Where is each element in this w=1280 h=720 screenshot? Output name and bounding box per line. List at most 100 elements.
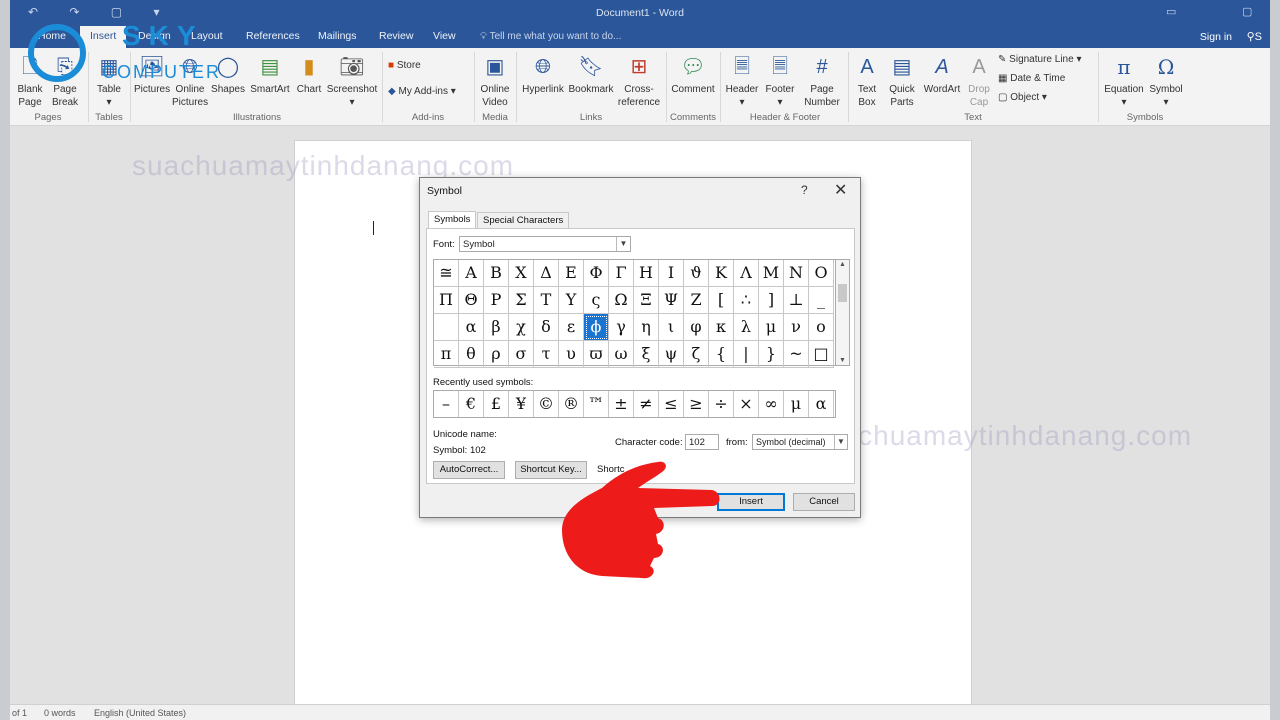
symbol-cell[interactable]: γ: [609, 314, 634, 341]
symbol-cell[interactable]: Μ: [759, 260, 784, 287]
tab-special-characters[interactable]: Special Characters: [477, 212, 570, 228]
symbol-cell[interactable]: ε: [559, 314, 584, 341]
symbol-cell[interactable]: ]: [759, 287, 784, 314]
autocorrect-button[interactable]: AutoCorrect...: [433, 461, 505, 479]
symbol-cell[interactable]: σ: [509, 341, 534, 368]
chart-button[interactable]: ▮ Chart: [294, 54, 324, 96]
symbol-button[interactable]: Ω Symbol ▾: [1146, 54, 1186, 109]
symbol-cell[interactable]: Ζ: [684, 287, 709, 314]
symbol-cell[interactable]: Δ: [534, 260, 559, 287]
symbol-cell[interactable]: τ: [534, 341, 559, 368]
share-button[interactable]: ⚲S: [1247, 30, 1262, 43]
tell-me-box[interactable]: 💡︎ Tell me what you want to do...: [480, 31, 621, 42]
word-count[interactable]: 0 words: [44, 708, 76, 718]
recent-symbol-cell[interactable]: ≥: [684, 391, 709, 417]
object-button[interactable]: ▢ Object ▾: [998, 92, 1047, 103]
tab-review[interactable]: Review: [379, 30, 413, 42]
scroll-thumb[interactable]: [838, 284, 847, 302]
symbol-cell[interactable]: ο: [809, 314, 834, 341]
symbol-cell[interactable]: Ξ: [634, 287, 659, 314]
symbol-cell[interactable]: δ: [534, 314, 559, 341]
symbol-cell[interactable]: Ω: [609, 287, 634, 314]
footer-button[interactable]: 🗏 Footer ▾: [762, 54, 798, 109]
screenshot-button[interactable]: 📷︎ Screenshot ▾: [326, 54, 378, 109]
symbol-cell[interactable]: ϖ: [584, 341, 609, 368]
recent-symbol-cell[interactable]: α: [809, 391, 834, 417]
symbol-cell[interactable]: }: [759, 341, 784, 368]
recent-symbol-cell[interactable]: ×: [734, 391, 759, 417]
symbol-grid-scrollbar[interactable]: ▲ ▼: [836, 259, 850, 366]
symbol-cell[interactable]: Φ: [584, 260, 609, 287]
hyperlink-button[interactable]: 🌐︎ Hyperlink: [520, 54, 566, 96]
page-number-button[interactable]: # Page Number: [800, 54, 844, 109]
symbol-cell[interactable]: ν: [784, 314, 809, 341]
drop-cap-button[interactable]: A Drop Cap: [964, 54, 994, 109]
symbol-cell[interactable]: _: [809, 287, 834, 314]
symbol-cell[interactable]: □: [809, 341, 834, 368]
scroll-down-icon[interactable]: ▼: [836, 357, 849, 364]
symbol-cell[interactable]: Η: [634, 260, 659, 287]
wordart-button[interactable]: A WordArt: [922, 54, 962, 96]
recent-symbol-cell[interactable]: –: [434, 391, 459, 417]
symbol-cell[interactable]: Θ: [459, 287, 484, 314]
tab-view[interactable]: View: [433, 30, 456, 42]
symbol-cell[interactable]: λ: [734, 314, 759, 341]
symbol-cell[interactable]: Ρ: [484, 287, 509, 314]
symbol-cell[interactable]: φ: [684, 314, 709, 341]
recent-symbol-cell[interactable]: ¥: [509, 391, 534, 417]
symbol-cell[interactable]: [434, 314, 459, 341]
tab-symbols[interactable]: Symbols: [428, 211, 477, 229]
symbol-cell[interactable]: Β: [484, 260, 509, 287]
quick-parts-button[interactable]: ▤ Quick Parts: [884, 54, 920, 109]
bookmark-button[interactable]: 🔖︎ Bookmark: [568, 54, 614, 96]
symbol-cell[interactable]: Ψ: [659, 287, 684, 314]
symbol-cell[interactable]: Ε: [559, 260, 584, 287]
symbol-cell[interactable]: {: [709, 341, 734, 368]
symbol-cell[interactable]: η: [634, 314, 659, 341]
recent-symbol-cell[interactable]: μ: [784, 391, 809, 417]
header-button[interactable]: 🗏 Header ▾: [724, 54, 760, 109]
recent-symbol-cell[interactable]: ≤: [659, 391, 684, 417]
symbol-cell[interactable]: α: [459, 314, 484, 341]
symbol-cell[interactable]: Π: [434, 287, 459, 314]
online-video-button[interactable]: ▣ Online Video: [478, 54, 512, 109]
language[interactable]: English (United States): [94, 708, 186, 718]
symbol-cell[interactable]: Υ: [559, 287, 584, 314]
scroll-up-icon[interactable]: ▲: [836, 261, 849, 268]
symbol-cell[interactable]: Α: [459, 260, 484, 287]
symbol-cell[interactable]: ψ: [659, 341, 684, 368]
symbol-cell[interactable]: Χ: [509, 260, 534, 287]
symbol-cell[interactable]: ς: [584, 287, 609, 314]
tab-mailings[interactable]: Mailings: [318, 30, 357, 42]
symbol-cell[interactable]: β: [484, 314, 509, 341]
symbol-cell[interactable]: Ι: [659, 260, 684, 287]
smartart-button[interactable]: ▤ SmartArt: [248, 54, 292, 96]
from-select[interactable]: Symbol (decimal) ▼: [752, 434, 848, 450]
symbol-cell[interactable]: ϕ: [584, 314, 609, 341]
store-button[interactable]: ■ Store: [388, 60, 421, 71]
symbol-cell[interactable]: υ: [559, 341, 584, 368]
signature-line-button[interactable]: ✎ Signature Line ▾: [998, 54, 1081, 65]
date-time-button[interactable]: ▦ Date & Time: [998, 73, 1065, 84]
symbol-cell[interactable]: μ: [759, 314, 784, 341]
restore-icon[interactable]: ▢: [1242, 5, 1252, 18]
symbol-cell[interactable]: θ: [459, 341, 484, 368]
symbol-cell[interactable]: ϑ: [684, 260, 709, 287]
ribbon-display-options-icon[interactable]: ▭: [1166, 5, 1176, 18]
symbol-cell[interactable]: ι: [659, 314, 684, 341]
symbol-cell[interactable]: κ: [709, 314, 734, 341]
tab-references[interactable]: References: [246, 30, 300, 42]
symbol-cell[interactable]: Ο: [809, 260, 834, 287]
symbol-cell[interactable]: χ: [509, 314, 534, 341]
sign-in-link[interactable]: Sign in: [1200, 31, 1232, 43]
symbol-cell[interactable]: |: [734, 341, 759, 368]
recent-symbol-cell[interactable]: £: [484, 391, 509, 417]
recent-symbol-cell[interactable]: €: [459, 391, 484, 417]
symbol-cell[interactable]: [: [709, 287, 734, 314]
symbol-cell[interactable]: ξ: [634, 341, 659, 368]
recent-symbol-cell[interactable]: ±: [609, 391, 634, 417]
character-code-input[interactable]: 102: [685, 434, 719, 450]
recent-symbol-cell[interactable]: ©: [534, 391, 559, 417]
symbol-cell[interactable]: ω: [609, 341, 634, 368]
help-icon[interactable]: ?: [801, 183, 808, 197]
